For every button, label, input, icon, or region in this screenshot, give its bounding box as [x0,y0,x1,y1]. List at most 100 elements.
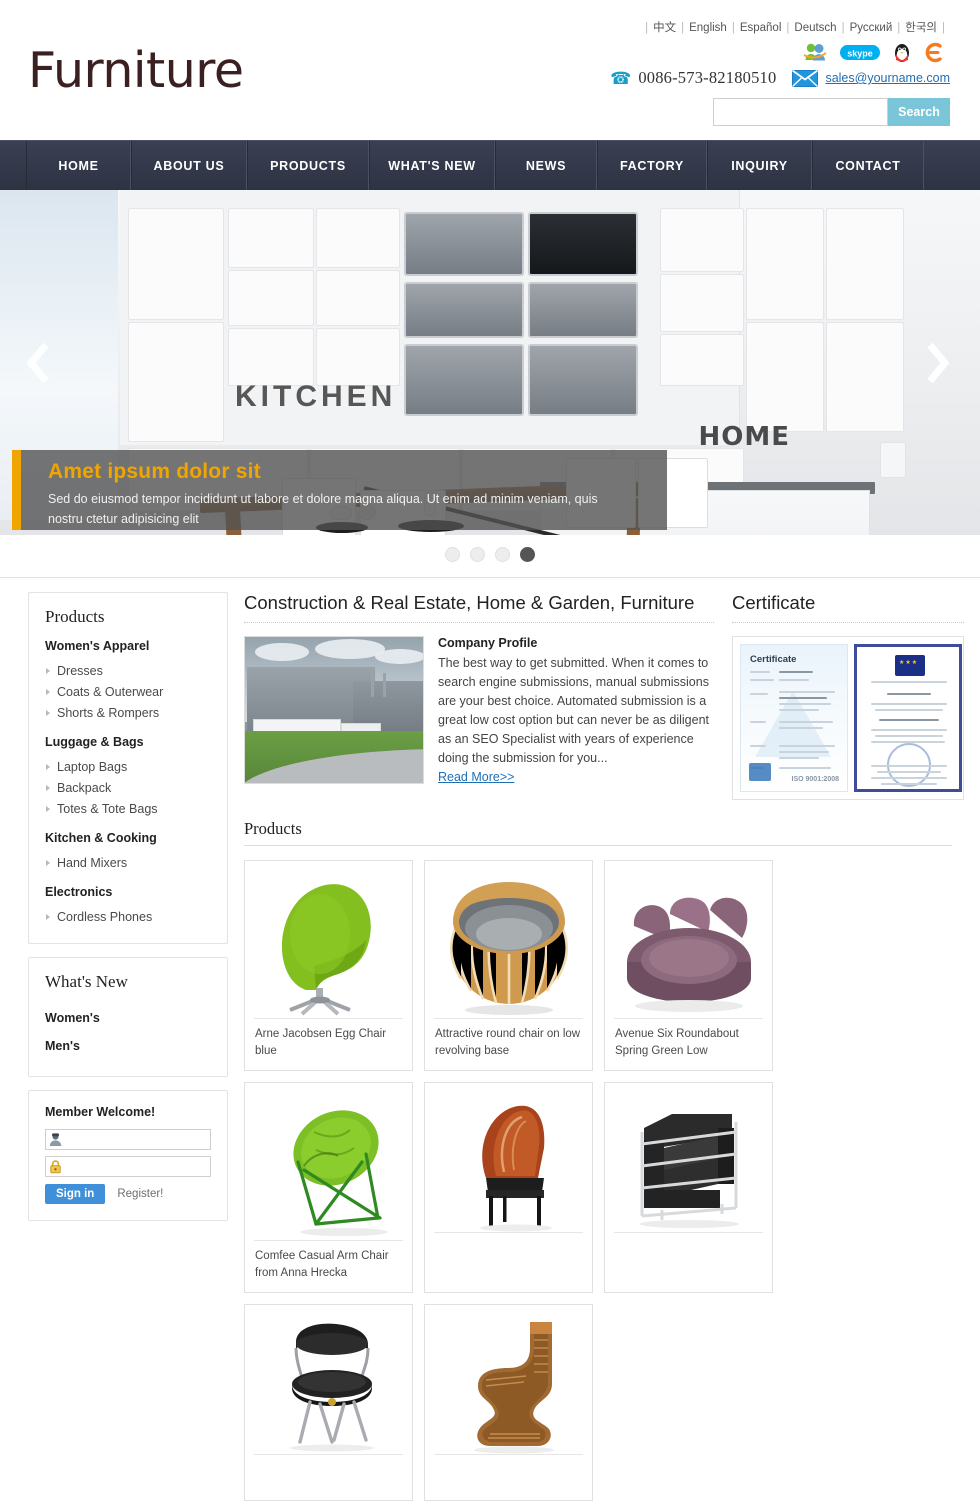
product-name: Comfee Casual Arm Chair from Anna Hrecka [254,1239,403,1292]
category-group-womens-apparel: Women's Apparel [45,639,150,653]
username-input[interactable] [45,1129,211,1150]
category-item-totes[interactable]: Totes & Tote Bags [45,798,211,819]
email-link[interactable]: sales@yourname.com [825,71,950,85]
product-name [614,1231,763,1278]
company-profile-body: The best way to get submitted. When it c… [438,656,710,765]
language-link-es[interactable]: Español [740,22,782,34]
product-card[interactable]: Attractive round chair on low revolving … [424,860,593,1071]
product-card[interactable]: Avenue Six Roundabout Spring Green Low [604,860,773,1071]
main-navigation: HOME ABOUT US PRODUCTS WHAT'S NEW NEWS F… [0,140,980,191]
skype-icon[interactable]: skype [840,42,880,63]
banner-dot-2[interactable] [470,547,485,562]
category-item-dresses[interactable]: Dresses [45,660,211,681]
search-input[interactable] [713,98,888,126]
nav-item-inquiry[interactable]: INQUIRY [707,141,812,191]
product-image-lc2-armchair [614,1092,765,1232]
certificate-thumbnails: Certificate ISO 9001:2008 ★★★ [732,636,964,800]
user-icon [48,1132,63,1147]
about-and-certificate-row: Construction & Real Estate, Home & Garde… [244,592,964,800]
page-content: Products Women's Apparel Dresses Coats &… [0,578,980,1501]
social-icons: skype [803,42,944,63]
language-link-de[interactable]: Deutsch [794,22,836,34]
banner-next-arrow[interactable] [916,333,958,393]
nav-item-factory[interactable]: FACTORY [597,141,707,191]
product-name: Attractive round chair on low revolving … [434,1018,583,1070]
banner-prev-arrow[interactable] [18,333,60,393]
banner-dot-3[interactable] [495,547,510,562]
banner-caption: Amet ipsum dolor sit Sed do eiusmod temp… [12,450,667,530]
certificate-thumb-ce[interactable] [854,644,962,792]
site-logo[interactable]: Furniture [28,42,244,99]
whats-new-item-womens[interactable]: Women's [45,1004,211,1032]
products-heading: Products [244,819,952,846]
read-more-link[interactable]: Read More>> [438,770,514,784]
nav-item-products[interactable]: PRODUCTS [247,141,369,191]
qq-icon[interactable] [893,42,911,63]
sidebar-products-panel: Products Women's Apparel Dresses Coats &… [28,592,228,944]
banner-scene-word-home: HOME [698,422,790,452]
search-form: Search [713,98,950,126]
product-card[interactable] [604,1081,773,1293]
member-panel-title: Member Welcome! [45,1105,156,1119]
category-item-coats-outerwear[interactable]: Coats & Outerwear [45,681,211,702]
register-link[interactable]: Register! [117,1188,163,1200]
password-field-wrap [45,1156,211,1177]
nav-item-about-us[interactable]: ABOUT US [131,141,247,191]
banner-pagination [0,547,980,562]
product-card[interactable] [244,1303,413,1501]
nav-item-whats-new[interactable]: WHAT'S NEW [369,141,495,191]
sidebar-whats-new-title: What's New [45,972,128,991]
password-input[interactable] [45,1156,211,1177]
about-heading: Construction & Real Estate, Home & Garde… [244,592,714,623]
lang-separator: | [645,22,649,34]
language-link-ru[interactable]: Русский [850,22,893,34]
product-name [254,1453,403,1500]
factory-photo [244,636,424,784]
product-image-round-wicker-chair [434,870,585,1018]
nav-item-home[interactable]: HOME [26,141,131,191]
certificate-column: Certificate Certificate ISO 9001:2008 ★★… [714,592,964,800]
msn-icon[interactable] [803,42,827,63]
sidebar-products-title: Products [45,607,105,626]
lang-separator: | [841,22,845,34]
whats-new-item-mens[interactable]: Men's [45,1032,211,1060]
category-item-backpack[interactable]: Backpack [45,777,211,798]
product-name: Avenue Six Roundabout Spring Green Low [614,1018,763,1070]
product-name [434,1231,583,1278]
sidebar-whats-new-panel: What's New Women's Men's [28,957,228,1077]
banner-caption-title: Amet ipsum dolor sit [48,460,261,483]
product-card[interactable]: Arne Jacobsen Egg Chair blue [244,860,413,1071]
certificate-thumb-iso[interactable]: Certificate ISO 9001:2008 [740,644,848,792]
certificate-heading: Certificate [732,592,964,623]
category-item-cordless-phones[interactable]: Cordless Phones [45,906,211,927]
svg-text:skype: skype [847,49,873,59]
certificate-thumb-iso-standard: ISO 9001:2008 [791,776,839,783]
ecommerce-icon[interactable] [924,42,944,63]
lock-icon [48,1159,63,1174]
language-switcher: | 中文 | English | Español | Deutsch | Русский | 한국의 | [640,19,950,35]
banner-dot-4[interactable] [520,547,535,562]
category-item-shorts-rompers[interactable]: Shorts & Rompers [45,702,211,723]
banner-caption-text: Sed do eiusmod tempor incididunt ut labo… [48,492,598,527]
category-item-laptop-bags[interactable]: Laptop Bags [45,756,211,777]
lang-separator: | [681,22,685,34]
nav-item-contact[interactable]: CONTACT [812,141,924,191]
search-button[interactable]: Search [888,98,950,126]
product-card[interactable] [424,1081,593,1293]
member-actions: Sign in Register! [45,1184,211,1204]
product-card[interactable] [424,1303,593,1501]
about-column: Construction & Real Estate, Home & Garde… [244,592,714,800]
envelope-icon[interactable] [792,69,819,87]
language-link-ko[interactable]: 한국의 [905,22,937,34]
language-link-zh[interactable]: 中文 [653,22,676,34]
product-image-wiggle-chair [434,1314,585,1454]
nav-item-news[interactable]: NEWS [495,141,597,191]
category-item-hand-mixers[interactable]: Hand Mixers [45,852,211,873]
category-group-electronics: Electronics [45,885,113,899]
company-profile-block: Company Profile The best way to get subm… [244,636,714,786]
signin-button[interactable]: Sign in [45,1184,106,1204]
nav-left-pad [0,141,26,190]
product-card[interactable]: Comfee Casual Arm Chair from Anna Hrecka [244,1081,413,1293]
banner-dot-1[interactable] [445,547,460,562]
language-link-en[interactable]: English [689,22,727,34]
